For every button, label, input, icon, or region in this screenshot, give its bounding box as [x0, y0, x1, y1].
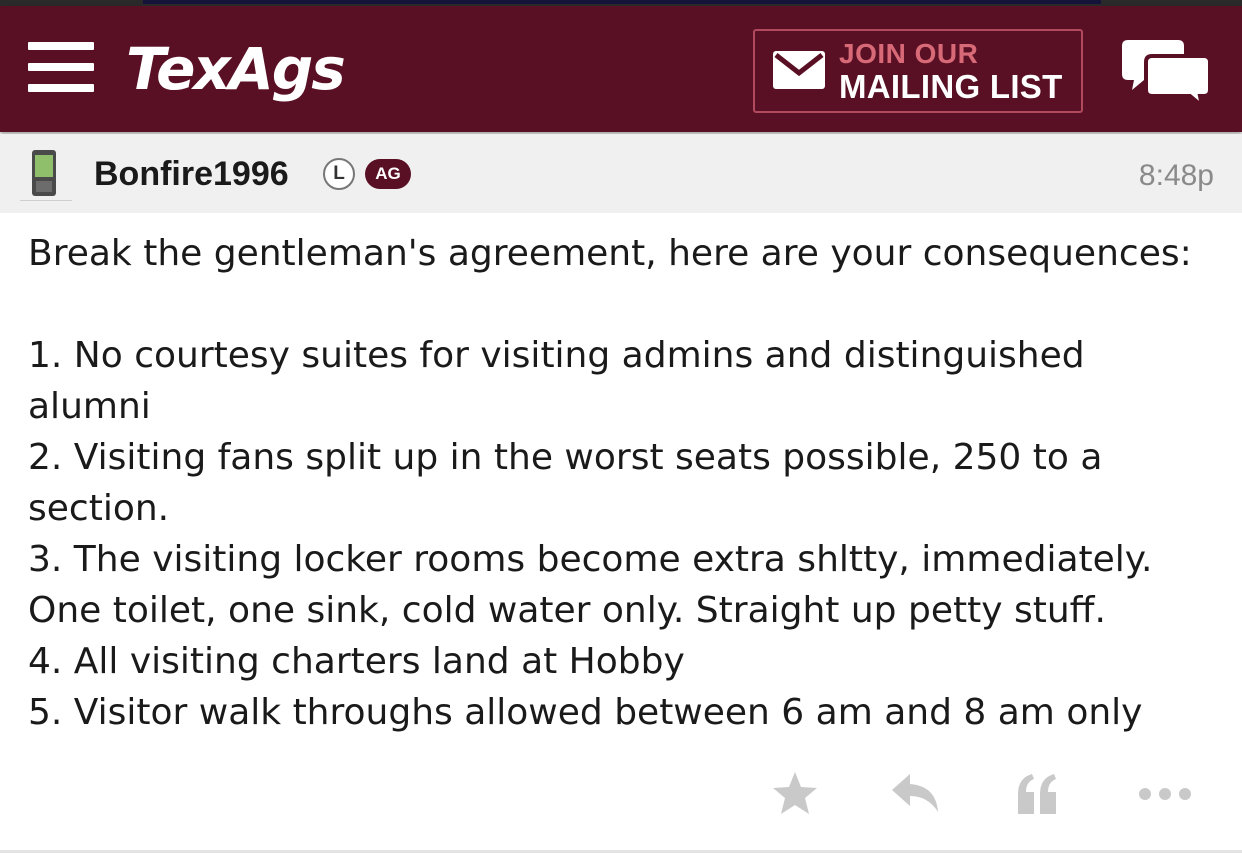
- post-line: 1. No courtesy suites for visiting admin…: [28, 335, 1085, 376]
- chat-bubbles-icon[interactable]: [1122, 38, 1212, 108]
- device-underline: [20, 200, 72, 201]
- post-line: section.: [28, 488, 170, 529]
- quote-icon[interactable]: [1014, 770, 1060, 816]
- mailing-line2: MAILING LIST: [839, 68, 1063, 105]
- join-mailing-list-button[interactable]: JOIN OUR MAILING LIST: [753, 29, 1083, 113]
- post-actions: [0, 760, 1242, 830]
- ellipsis-icon[interactable]: [1138, 786, 1192, 802]
- post-line: 5. Visitor walk throughs allowed between…: [28, 692, 1143, 733]
- reply-arrow-icon[interactable]: [890, 770, 940, 816]
- post-line: One toilet, one sink, cold water only. S…: [28, 590, 1106, 631]
- envelope-icon: [773, 51, 825, 89]
- badge-ag: AG: [365, 159, 411, 189]
- status-strip-inner: [143, 0, 1101, 4]
- post-line: 4. All visiting charters land at Hobby: [28, 641, 685, 682]
- post-timestamp: 8:48p: [1138, 159, 1214, 192]
- badge-l: L: [323, 158, 355, 190]
- mailing-line1: JOIN OUR: [839, 38, 979, 69]
- post-body: Break the gentleman's agreement, here ar…: [28, 228, 1218, 738]
- post-line: 3. The visiting locker rooms become extr…: [28, 539, 1153, 580]
- mobile-phone-icon: [32, 150, 56, 196]
- hamburger-menu-icon[interactable]: [28, 42, 94, 92]
- post-username[interactable]: Bonfire1996: [94, 154, 289, 194]
- post-line: 2. Visiting fans split up in the worst s…: [28, 437, 1103, 478]
- site-header: TexAgs JOIN OUR MAILING LIST: [0, 6, 1242, 132]
- site-logo[interactable]: TexAgs: [126, 34, 346, 104]
- post-line: alumni: [28, 386, 151, 427]
- post-intro: Break the gentleman's agreement, here ar…: [28, 233, 1192, 274]
- star-icon[interactable]: [772, 770, 818, 816]
- post-header: Bonfire1996 L AG 8:48p: [0, 134, 1242, 213]
